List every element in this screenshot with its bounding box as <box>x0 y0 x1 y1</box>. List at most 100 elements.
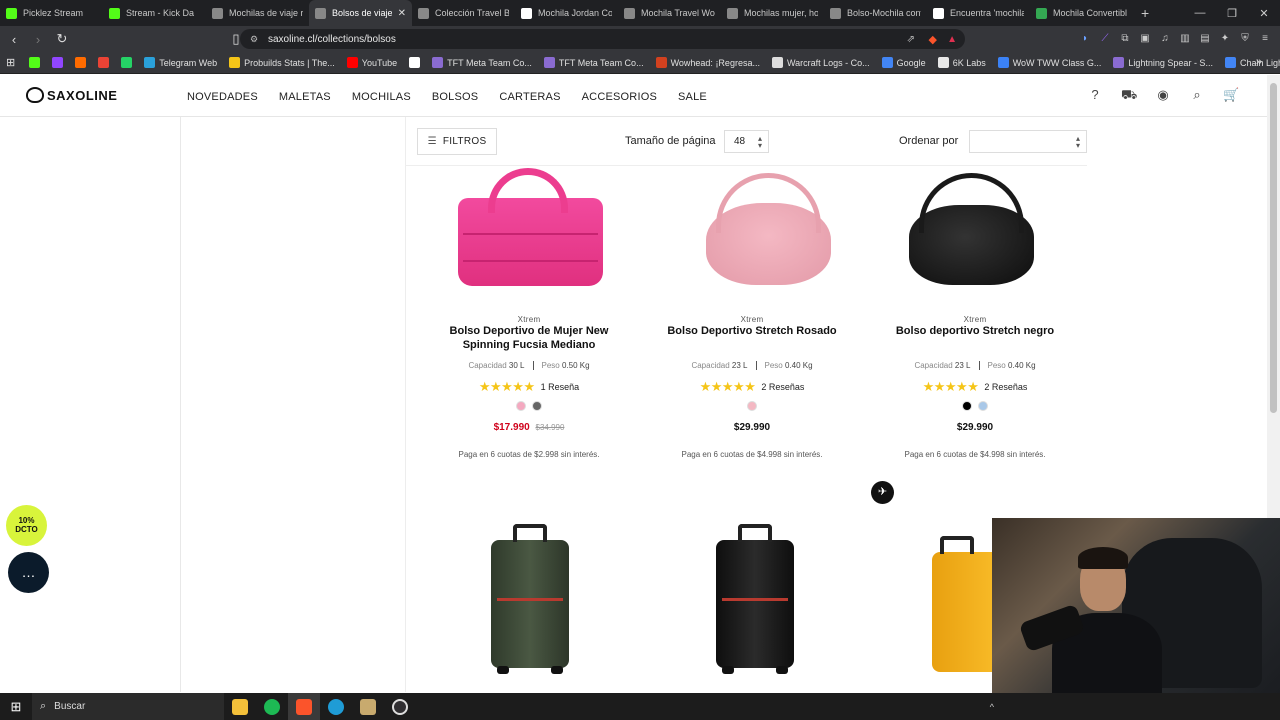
yellow-suitcase-image[interactable] <box>932 536 992 672</box>
browser-tab[interactable]: Mochila Jordan Col <box>515 0 618 26</box>
brave-rewards-icon[interactable]: ▲ <box>947 34 957 45</box>
color-swatch[interactable] <box>532 401 542 412</box>
brave-browser-icon[interactable] <box>288 693 320 720</box>
nav-accesorios[interactable]: ACCESORIOS <box>582 91 657 103</box>
bookmark-item[interactable]: TFT Meta Team Co... <box>432 57 532 68</box>
nav-bolsos[interactable]: BOLSOS <box>432 91 478 103</box>
obs-icon[interactable] <box>384 693 416 720</box>
extension-icon[interactable]: ◗ <box>1078 32 1092 46</box>
product-name[interactable]: Bolso deportivo Stretch negro <box>864 325 1086 339</box>
account-icon[interactable]: ◉ <box>1155 87 1171 103</box>
extensions-puzzle-icon[interactable]: ⧉ <box>1118 32 1132 46</box>
color-swatch[interactable] <box>747 400 757 411</box>
bookmark-item[interactable] <box>98 57 113 68</box>
browser-tab[interactable]: Mochilas de viaje re <box>206 0 309 26</box>
bookmark-item[interactable]: Chain Lightning Sor... <box>1224 57 1280 68</box>
cart-icon[interactable]: 🛒 <box>1223 87 1239 103</box>
windows-start-icon[interactable]: ⊞ <box>0 699 32 715</box>
bookmark-item[interactable]: Google <box>881 57 926 68</box>
taskbar-search[interactable]: ⌕ Buscar <box>32 693 224 720</box>
minimize-icon[interactable]: — <box>1184 7 1216 19</box>
nav-sale[interactable]: SALE <box>678 91 707 103</box>
product-rating[interactable]: ★★★★★ 1 Reseña <box>418 379 640 395</box>
forward-icon[interactable]: › <box>28 32 48 47</box>
product-rating[interactable]: ★★★★★ 2 Reseñas <box>864 379 1086 395</box>
bookmark-item[interactable]: Warcraft Logs - Co... <box>771 57 870 68</box>
share-icon[interactable]: ⇗ <box>907 34 915 45</box>
color-swatch[interactable] <box>962 400 972 411</box>
bookmark-item[interactable]: WoW TWW Class G... <box>997 57 1101 68</box>
browser-tab[interactable]: Mochilas mujer, hor <box>721 0 824 26</box>
restore-icon[interactable]: ❐ <box>1216 7 1248 20</box>
nav-carteras[interactable]: CARTERAS <box>499 91 560 103</box>
olive-suitcase-image[interactable] <box>491 524 569 674</box>
bookmark-item[interactable] <box>121 57 136 68</box>
product-rating[interactable]: ★★★★★ 2 Reseñas <box>641 379 863 395</box>
page-size-select[interactable]: 48 ▴ ▾ <box>724 130 769 153</box>
leo-ai-icon[interactable]: ✦ <box>1218 32 1232 46</box>
product-card[interactable]: Xtrem Bolso Deportivo Stretch Rosado Cap… <box>641 165 863 459</box>
site-settings-icon[interactable]: ⚙ <box>250 34 258 45</box>
saxoline-logo[interactable]: SAXOLINE <box>26 87 117 103</box>
chat-bubble-icon[interactable]: … <box>8 552 49 593</box>
bookmarks-overflow-icon[interactable]: » <box>1256 56 1262 68</box>
tray-overflow-icon[interactable]: ^ <box>990 702 994 712</box>
airplane-badge-icon[interactable]: ✈ <box>871 481 894 504</box>
menu-icon[interactable]: ≡ <box>1258 32 1272 46</box>
shipping-truck-icon[interactable]: ⛟ <box>1121 87 1137 103</box>
browser-tab[interactable]: Picklez Stream <box>0 0 103 26</box>
browser-tab[interactable]: Encuentra 'mochila <box>927 0 1030 26</box>
nav-mochilas[interactable]: MOCHILAS <box>352 91 411 103</box>
product-name[interactable]: Bolso Deportivo Stretch Rosado <box>641 325 863 339</box>
bookmark-item[interactable]: Probuilds Stats | The... <box>229 57 335 68</box>
close-tab-icon[interactable]: ✕ <box>398 8 406 19</box>
filters-button[interactable]: ☰ FILTROS <box>417 128 497 155</box>
league-client-icon[interactable] <box>352 693 384 720</box>
close-window-icon[interactable]: ✕ <box>1248 7 1280 20</box>
color-swatch[interactable] <box>516 401 526 412</box>
bookmark-item[interactable] <box>52 57 67 68</box>
spotify-icon[interactable] <box>256 693 288 720</box>
nav-novedades[interactable]: NOVEDADES <box>187 91 258 103</box>
bookmark-item[interactable] <box>29 57 44 68</box>
media-icon[interactable]: ♫ <box>1158 32 1172 46</box>
product-card[interactable]: Xtrem Bolso Deportivo de Mujer New Spinn… <box>418 165 640 459</box>
bookmark-item[interactable]: YouTube <box>346 57 397 68</box>
bookmark-item[interactable]: Lightning Spear - S... <box>1113 57 1213 68</box>
bookmark-item[interactable] <box>75 57 90 68</box>
brave-shield-icon[interactable]: ◆ <box>929 33 937 46</box>
bookmark-item[interactable]: 6K Labs <box>937 57 986 68</box>
product-image[interactable] <box>864 165 1086 290</box>
file-explorer-icon[interactable] <box>224 693 256 720</box>
discount-badge[interactable]: 10% DCTO <box>6 505 47 546</box>
new-tab-icon[interactable]: + <box>1141 5 1161 21</box>
search-icon[interactable]: ⌕ <box>1189 87 1205 103</box>
edge-icon[interactable] <box>320 693 352 720</box>
vpn-icon[interactable]: ⛨ <box>1238 32 1252 46</box>
browser-tab[interactable]: Bolso-Mochila conv <box>824 0 927 26</box>
back-icon[interactable]: ‹ <box>4 32 24 47</box>
browser-tab[interactable]: Bolsos de viaje ✕ <box>309 0 412 26</box>
wallet-icon[interactable]: ▤ <box>1198 32 1212 46</box>
screenshot-icon[interactable]: ▣ <box>1138 32 1152 46</box>
bookmark-item[interactable]: Telegram Web <box>144 57 217 68</box>
url-input[interactable]: ⚙ saxoline.cl/collections/bolsos ⇗ ◆ ▲ <box>240 29 965 49</box>
reload-icon[interactable]: ↻ <box>52 31 72 47</box>
browser-tab[interactable]: Stream - Kick Da <box>103 0 206 26</box>
scrollbar-thumb[interactable] <box>1270 83 1277 413</box>
browser-tab[interactable]: Colección Travel Bla <box>412 0 515 26</box>
product-image[interactable] <box>641 165 863 290</box>
browser-tab[interactable]: Mochila Convertible <box>1030 0 1133 26</box>
product-card[interactable]: Xtrem Bolso deportivo Stretch negro Capa… <box>864 165 1086 459</box>
sidebar-icon[interactable]: ▥ <box>1178 32 1192 46</box>
nav-maletas[interactable]: MALETAS <box>279 91 331 103</box>
help-icon[interactable]: ? <box>1087 87 1103 103</box>
apps-grid-icon[interactable]: ⊞ <box>6 56 15 69</box>
color-swatch[interactable] <box>978 400 988 411</box>
sort-select[interactable]: ▴ ▾ <box>969 130 1087 153</box>
browser-tab[interactable]: Mochila Travel Wolf <box>618 0 721 26</box>
black-suitcase-image[interactable] <box>716 524 794 674</box>
bookmark-item[interactable] <box>409 57 424 68</box>
extension-icon[interactable]: ⟋ <box>1098 32 1112 46</box>
bookmark-item[interactable]: TFT Meta Team Co... <box>543 57 644 68</box>
